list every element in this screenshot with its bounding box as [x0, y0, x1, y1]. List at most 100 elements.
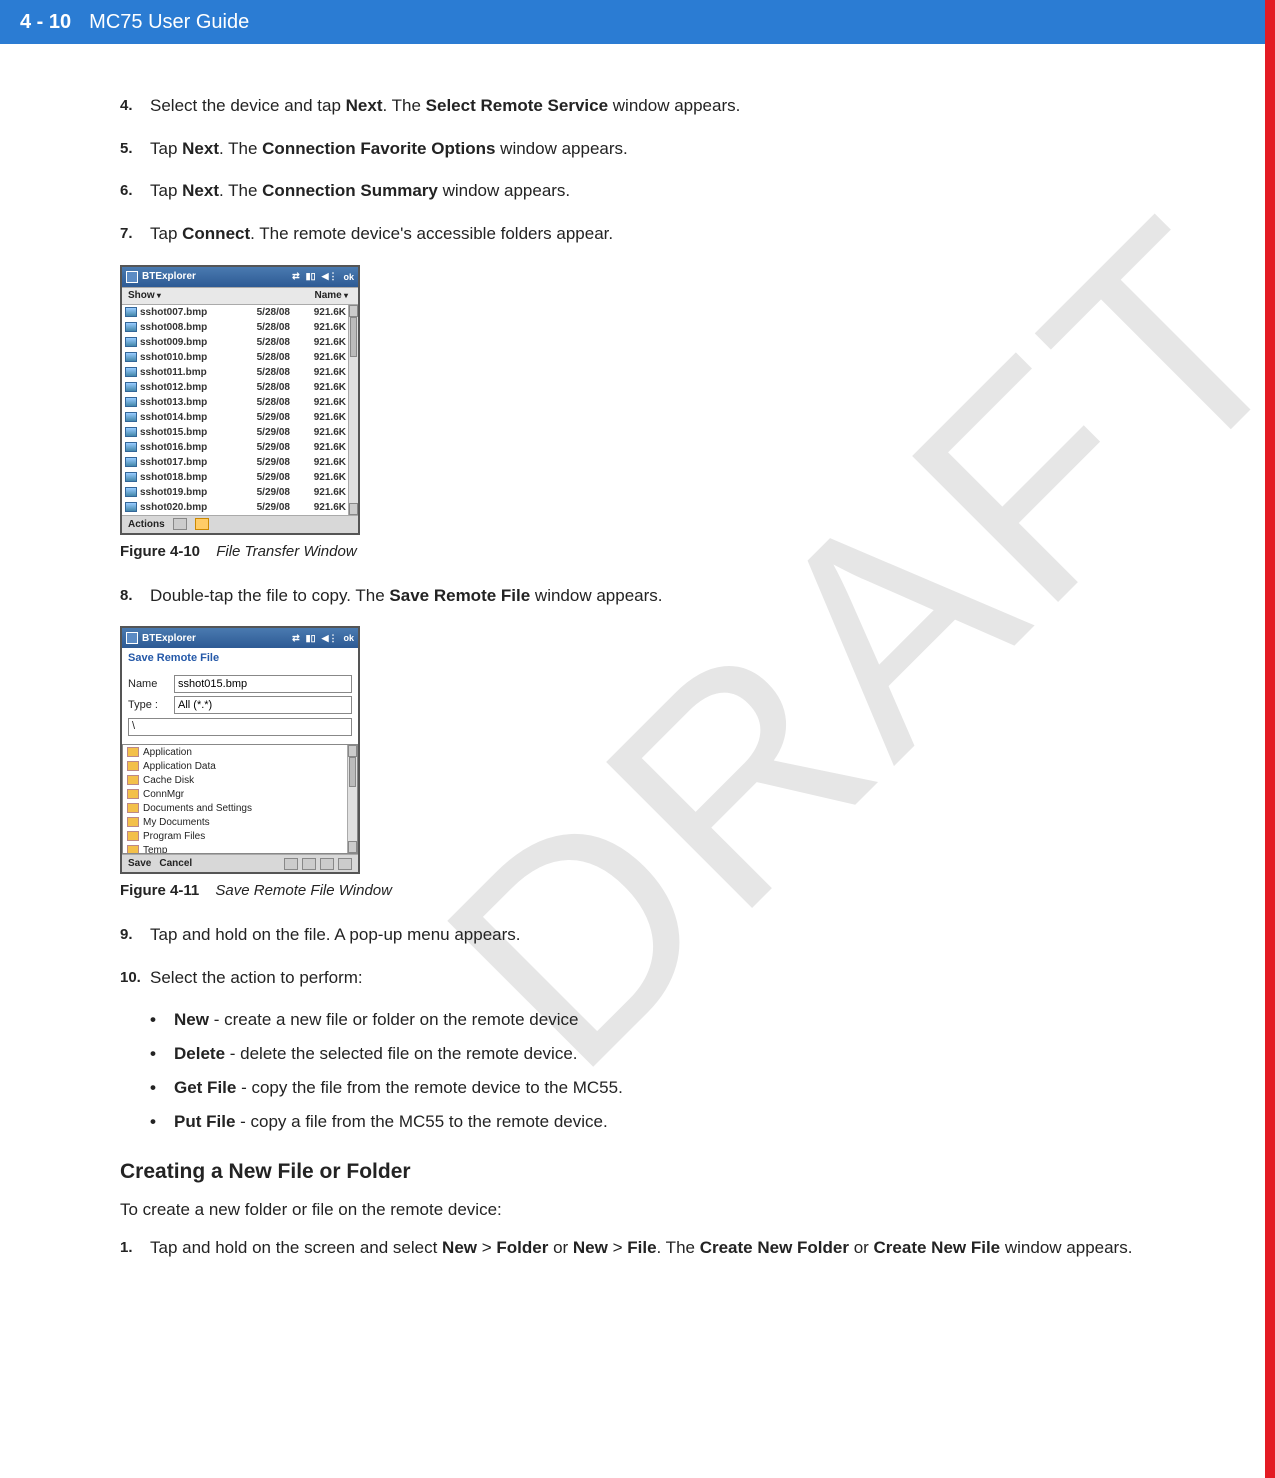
step-text: Double-tap the file to copy. The Save Re… [150, 584, 1165, 609]
step-number: 7. [120, 222, 150, 247]
type-select[interactable] [174, 696, 352, 714]
folder-row[interactable]: ConnMgr [123, 787, 357, 801]
show-column[interactable]: Show [122, 290, 202, 301]
start-icon[interactable] [126, 632, 138, 644]
file-name: sshot014.bmp [140, 412, 230, 423]
file-row[interactable]: sshot008.bmp5/28/08921.6K [122, 320, 358, 335]
figure-4-10-caption: Figure 4-10 File Transfer Window [120, 543, 1165, 560]
file-row[interactable]: sshot009.bmp5/28/08921.6K [122, 335, 358, 350]
window-title: BTExplorer [142, 633, 196, 644]
file-row[interactable]: sshot012.bmp5/28/08921.6K [122, 380, 358, 395]
save-button[interactable]: Save [128, 858, 151, 869]
step-10: 10. Select the action to perform: [120, 966, 1165, 991]
file-row[interactable]: sshot013.bmp5/28/08921.6K [122, 395, 358, 410]
file-row[interactable]: sshot018.bmp5/29/08921.6K [122, 470, 358, 485]
name-column[interactable]: Name [202, 290, 358, 301]
folder-row[interactable]: Documents and Settings [123, 801, 357, 815]
step-9: 9. Tap and hold on the file. A pop-up me… [120, 923, 1165, 948]
step-text: Select the device and tap Next. The Sele… [150, 94, 1165, 119]
file-row[interactable]: sshot014.bmp5/29/08921.6K [122, 410, 358, 425]
signal-icon[interactable]: ▮▯ [306, 633, 316, 644]
signal-icon[interactable]: ▮▯ [306, 271, 316, 282]
bullet-get-file: Get File - copy the file from the remote… [150, 1076, 1165, 1100]
file-row[interactable]: sshot019.bmp5/29/08921.6K [122, 485, 358, 500]
folder-name: My Documents [143, 817, 210, 828]
screenshot-file-transfer: BTExplorer ⇄ ▮▯ ◀⋮ ok Show Name sshot007… [120, 265, 360, 535]
path-field[interactable]: \ [128, 718, 352, 736]
name-input[interactable] [174, 675, 352, 693]
ok-button[interactable]: ok [343, 272, 354, 282]
file-icon [125, 502, 137, 512]
start-icon[interactable] [126, 271, 138, 283]
dialog-title: Save Remote File [122, 648, 358, 668]
folder-icon [127, 761, 139, 771]
bottom-toolbar: Save Cancel [122, 854, 358, 872]
folder-icon [127, 803, 139, 813]
bullet-new: New - create a new file or folder on the… [150, 1008, 1165, 1032]
step-text: Tap Next. The Connection Summary window … [150, 179, 1165, 204]
window-titlebar: BTExplorer ⇄ ▮▯ ◀⋮ ok [122, 628, 358, 648]
step-text: Tap and hold on the screen and select Ne… [150, 1236, 1165, 1261]
file-date: 5/28/08 [230, 307, 290, 318]
step-6: 6. Tap Next. The Connection Summary wind… [120, 179, 1165, 204]
file-row[interactable]: sshot015.bmp5/29/08921.6K [122, 425, 358, 440]
file-row[interactable]: sshot017.bmp5/29/08921.6K [122, 455, 358, 470]
figure-label: Figure 4-10 [120, 543, 200, 560]
figure-title: Save Remote File Window [215, 882, 392, 899]
step-number: 4. [120, 94, 150, 119]
file-row[interactable]: sshot007.bmp5/28/08921.6K [122, 305, 358, 320]
connection-icon[interactable]: ⇄ [292, 633, 300, 644]
name-field-row: Name [128, 675, 352, 693]
cancel-button[interactable]: Cancel [159, 858, 192, 869]
detail-view-icon[interactable] [338, 858, 352, 870]
file-icon [125, 472, 137, 482]
folder-row[interactable]: Program Files [123, 829, 357, 843]
folder-row[interactable]: Application [123, 745, 357, 759]
file-list[interactable]: sshot007.bmp5/28/08921.6Ksshot008.bmp5/2… [122, 305, 358, 515]
folder-list[interactable]: Application Application DataCache DiskCon… [122, 744, 358, 854]
folder-name: Program Files [143, 831, 205, 842]
file-name: sshot016.bmp [140, 442, 230, 453]
scrollbar[interactable] [347, 745, 357, 853]
file-row[interactable]: sshot020.bmp5/29/08921.6K [122, 500, 358, 515]
action-bullet-list: New - create a new file or folder on the… [150, 1008, 1165, 1133]
folder-name: Application [143, 747, 192, 758]
folder-row[interactable]: Cache Disk [123, 773, 357, 787]
type-label: Type : [128, 699, 168, 711]
file-row[interactable]: sshot011.bmp5/28/08921.6K [122, 365, 358, 380]
list-view-icon[interactable] [320, 858, 334, 870]
page-number: 4 - 10 [20, 11, 71, 34]
file-size: 921.6K [290, 367, 346, 378]
folder-row[interactable]: Temp [123, 843, 357, 854]
keyboard-icon[interactable] [173, 518, 187, 530]
connection-icon[interactable]: ⇄ [292, 271, 300, 282]
file-name: sshot015.bmp [140, 427, 230, 438]
refresh-icon[interactable] [195, 518, 209, 530]
volume-icon[interactable]: ◀⋮ [322, 271, 338, 282]
folder-name: Application Data [143, 761, 216, 772]
file-date: 5/28/08 [230, 352, 290, 363]
step-5: 5. Tap Next. The Connection Favorite Opt… [120, 137, 1165, 162]
file-icon [125, 457, 137, 467]
keyboard-icon[interactable] [284, 858, 298, 870]
figure-label: Figure 4-11 [120, 882, 199, 899]
file-date: 5/28/08 [230, 382, 290, 393]
file-icon [125, 382, 137, 392]
actions-menu[interactable]: Actions [128, 519, 165, 530]
file-date: 5/28/08 [230, 337, 290, 348]
folder-icon [127, 789, 139, 799]
bullet-delete: Delete - delete the selected file on the… [150, 1042, 1165, 1066]
scrollbar[interactable] [348, 305, 358, 515]
ok-button[interactable]: ok [343, 633, 354, 643]
step-text: Tap and hold on the file. A pop-up menu … [150, 923, 1165, 948]
file-name: sshot020.bmp [140, 502, 230, 513]
file-size: 921.6K [290, 412, 346, 423]
file-row[interactable]: sshot010.bmp5/28/08921.6K [122, 350, 358, 365]
folder-row[interactable]: My Documents [123, 815, 357, 829]
step-number: 8. [120, 584, 150, 609]
step-b1: 1. Tap and hold on the screen and select… [120, 1236, 1165, 1261]
folder-icon[interactable] [302, 858, 316, 870]
file-row[interactable]: sshot016.bmp5/29/08921.6K [122, 440, 358, 455]
volume-icon[interactable]: ◀⋮ [322, 633, 338, 644]
folder-row[interactable]: Application Data [123, 759, 357, 773]
